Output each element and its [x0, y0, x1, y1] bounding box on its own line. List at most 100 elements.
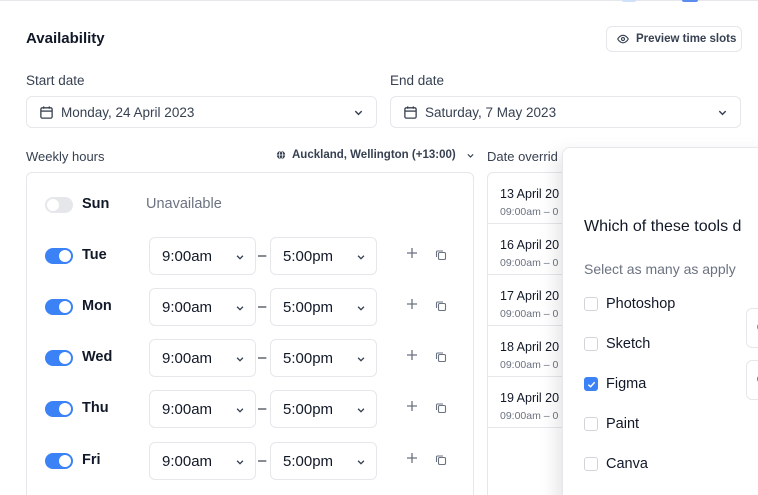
- plus-icon[interactable]: [405, 297, 419, 311]
- checkbox[interactable]: [584, 457, 598, 471]
- globe-icon: [276, 150, 286, 160]
- chevron-down-icon: [357, 408, 365, 413]
- override-time: 09:00am – 0: [500, 359, 559, 371]
- start-date-label: Start date: [26, 73, 85, 88]
- copy-icon[interactable]: [435, 249, 447, 261]
- day-row-fri: Fri 9:00am – 5:00pm: [45, 442, 465, 480]
- start-time-select-mon[interactable]: 9:00am: [149, 288, 256, 326]
- start-time-value: 9:00am: [162, 452, 213, 470]
- end-date-select[interactable]: Saturday, 7 May 2023: [390, 96, 741, 128]
- toggle-knob: [59, 301, 71, 313]
- end-date-label: End date: [390, 73, 445, 88]
- toggle-knob: [59, 250, 71, 262]
- option-figma[interactable]: Figma: [584, 375, 646, 393]
- weekly-hours-label: Weekly hours: [26, 149, 105, 164]
- toggle-knob: [47, 199, 59, 211]
- day-name-fri: Fri: [82, 452, 101, 468]
- start-time-value: 9:00am: [162, 247, 213, 265]
- top-tab-indicator: [622, 0, 636, 2]
- copy-icon[interactable]: [435, 300, 447, 312]
- chevron-down-icon: [357, 306, 365, 311]
- side-chip-red[interactable]: [746, 360, 758, 400]
- checkbox-checked[interactable]: [584, 377, 598, 391]
- eye-icon: [617, 34, 629, 44]
- day-name-sun: Sun: [82, 196, 110, 212]
- option-paint[interactable]: Paint: [584, 415, 639, 433]
- calendar-icon: [404, 105, 417, 119]
- plus-icon[interactable]: [405, 451, 419, 465]
- toggle-knob: [59, 455, 71, 467]
- option-label: Paint: [606, 416, 640, 432]
- day-toggle-wed[interactable]: [45, 350, 73, 366]
- day-row-thu: Thu 9:00am – 5:00pm: [45, 390, 465, 428]
- override-date: 16 April 20: [500, 238, 560, 252]
- checkbox[interactable]: [584, 417, 598, 431]
- timezone-value: Auckland, Wellington (+13:00): [292, 149, 456, 161]
- start-date-select[interactable]: Monday, 24 April 2023: [26, 96, 377, 128]
- start-time-select-thu[interactable]: 9:00am: [149, 390, 256, 428]
- chevron-down-icon: [236, 306, 244, 311]
- end-time-value: 5:00pm: [283, 400, 334, 418]
- start-time-select-fri[interactable]: 9:00am: [149, 442, 256, 480]
- start-time-value: 9:00am: [162, 400, 213, 418]
- chevron-down-icon: [357, 255, 365, 260]
- override-time: 09:00am – 0: [500, 308, 559, 320]
- copy-icon[interactable]: [435, 454, 447, 466]
- start-time-value: 9:00am: [162, 349, 213, 367]
- start-time-select-tue[interactable]: 9:00am: [149, 237, 256, 275]
- copy-icon[interactable]: [435, 402, 447, 414]
- side-chip-green[interactable]: [746, 308, 758, 348]
- chevron-down-icon: [467, 153, 474, 158]
- tools-survey-popover: Which of these tools d Select as many as…: [562, 147, 758, 495]
- date-overrides-label: Date overrid: [487, 149, 558, 164]
- end-time-select-mon[interactable]: 5:00pm: [270, 288, 377, 326]
- end-time-select-thu[interactable]: 5:00pm: [270, 390, 377, 428]
- end-time-select-tue[interactable]: 5:00pm: [270, 237, 377, 275]
- day-toggle-fri[interactable]: [45, 453, 73, 469]
- plus-icon[interactable]: [405, 348, 419, 362]
- survey-subtitle: Select as many as apply: [584, 261, 736, 277]
- override-date: 18 April 20: [500, 340, 560, 354]
- start-time-value: 9:00am: [162, 298, 213, 316]
- time-separator: –: [258, 349, 267, 366]
- chevron-down-icon: [718, 110, 727, 116]
- chevron-down-icon: [236, 460, 244, 465]
- end-time-value: 5:00pm: [283, 247, 334, 265]
- top-tab-indicator-active: [682, 0, 698, 2]
- timezone-select[interactable]: Auckland, Wellington (+13:00): [276, 149, 475, 161]
- override-time: 09:00am – 0: [500, 206, 559, 218]
- chevron-down-icon: [236, 408, 244, 413]
- checkbox[interactable]: [584, 297, 598, 311]
- day-row-tue: Tue 9:00am – 5:00pm: [45, 237, 465, 275]
- toggle-knob: [59, 352, 71, 364]
- plus-icon[interactable]: [405, 399, 419, 413]
- day-toggle-thu[interactable]: [45, 401, 73, 417]
- end-time-value: 5:00pm: [283, 349, 334, 367]
- plus-icon[interactable]: [405, 246, 419, 260]
- option-photoshop[interactable]: Photoshop: [584, 295, 675, 313]
- survey-question: Which of these tools d: [584, 218, 742, 235]
- day-name-thu: Thu: [82, 400, 109, 416]
- start-time-select-wed[interactable]: 9:00am: [149, 339, 256, 377]
- override-time: 09:00am – 0: [500, 410, 559, 422]
- end-time-select-wed[interactable]: 5:00pm: [270, 339, 377, 377]
- time-separator: –: [258, 452, 267, 469]
- checkbox[interactable]: [584, 337, 598, 351]
- chevron-down-icon: [236, 255, 244, 260]
- option-canva[interactable]: Canva: [584, 455, 648, 473]
- day-toggle-tue[interactable]: [45, 248, 73, 264]
- day-toggle-sun[interactable]: [45, 197, 73, 213]
- unavailable-text: Unavailable: [146, 196, 222, 212]
- toggle-knob: [59, 403, 71, 415]
- chevron-down-icon: [357, 460, 365, 465]
- day-toggle-mon[interactable]: [45, 299, 73, 315]
- option-sketch[interactable]: Sketch: [584, 335, 650, 353]
- check-icon: [587, 381, 596, 388]
- end-time-select-fri[interactable]: 5:00pm: [270, 442, 377, 480]
- end-date-value: Saturday, 7 May 2023: [425, 104, 557, 120]
- end-time-value: 5:00pm: [283, 452, 334, 470]
- option-label: Canva: [606, 456, 648, 472]
- start-date-value: Monday, 24 April 2023: [61, 104, 195, 120]
- preview-time-slots-button[interactable]: Preview time slots: [606, 26, 742, 52]
- copy-icon[interactable]: [435, 351, 447, 363]
